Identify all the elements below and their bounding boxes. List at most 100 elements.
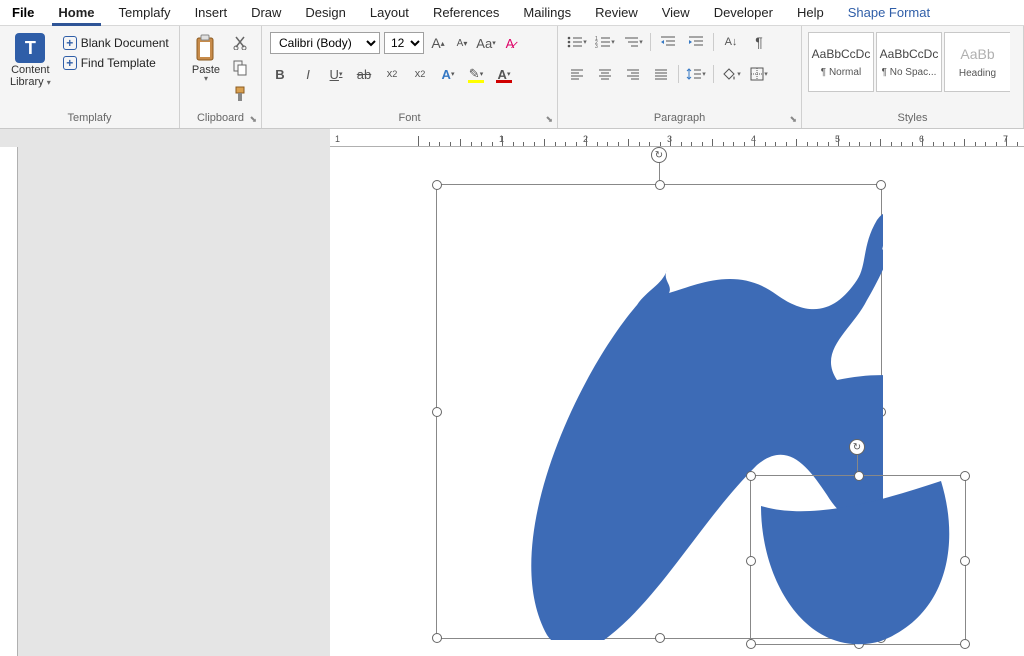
horizontal-ruler[interactable]: 1 1234567 [330,129,1024,147]
increase-indent-button[interactable] [685,32,707,52]
indent-icon [688,35,704,49]
tab-references[interactable]: References [421,0,511,25]
freeform-shape-small[interactable] [751,476,967,646]
find-template-label: Find Template [81,56,156,70]
style-heading[interactable]: AaBb Heading [944,32,1010,92]
line-spacing-button[interactable]: ▾ [685,64,707,84]
align-center-icon [598,68,612,80]
subscript-button[interactable]: x2 [382,64,402,84]
page[interactable]: ↻ ↻ [330,147,1024,656]
tab-shape-format[interactable]: Shape Format [836,0,942,25]
tab-draw[interactable]: Draw [239,0,293,25]
font-size-select[interactable]: 12 [384,32,424,54]
blank-document-label: Blank Document [81,36,169,50]
text-effects-icon: A [442,67,451,82]
vertical-ruler[interactable] [0,147,18,656]
style-normal[interactable]: AaBbCcDc ¶ Normal [808,32,874,92]
tab-view[interactable]: View [650,0,702,25]
tab-review[interactable]: Review [583,0,650,25]
group-paragraph: ▾ 123▾ ▾ A↓ ¶ ▾ ▾ ▾ Para [558,26,802,128]
content-library-button[interactable]: T Content Library ▾ [6,30,55,90]
italic-button[interactable]: I [298,64,318,84]
group-font: Calibri (Body) 12 A▴ A▾ Aa▾ A̷ B I U▾ ab… [262,26,558,128]
plus-icon: + [63,36,77,50]
ribbon: T Content Library ▾ + Blank Document + F… [0,26,1024,129]
plus-icon: + [63,56,77,70]
increase-font-button[interactable]: A▴ [428,33,448,53]
decrease-font-button[interactable]: A▾ [452,33,472,53]
chevron-down-icon: ▾ [204,74,208,83]
decrease-indent-button[interactable] [657,32,679,52]
underline-button[interactable]: U▾ [326,64,346,84]
numbering-button[interactable]: 123▾ [594,32,616,52]
tab-developer[interactable]: Developer [702,0,785,25]
clipboard-icon [190,32,222,64]
content-library-label: Content [11,64,50,76]
bucket-icon [721,67,737,81]
bold-button[interactable]: B [270,64,290,84]
group-label-styles: Styles [802,110,1023,128]
align-right-icon [626,68,640,80]
font-color-button[interactable]: A▾ [494,64,514,84]
style-gallery: AaBbCcDc ¶ Normal AaBbCcDc ¶ No Spac... … [808,32,1010,92]
group-clipboard: Paste ▾ Clipboard⬊ [180,26,262,128]
align-left-button[interactable] [566,64,588,84]
clear-formatting-button[interactable]: A̷ [500,33,520,53]
rotate-handle-small[interactable]: ↻ [849,439,865,455]
paste-button[interactable]: Paste ▾ [186,30,226,85]
rotate-handle-large[interactable]: ↻ [651,147,667,163]
borders-button[interactable]: ▾ [748,64,770,84]
sort-button[interactable]: A↓ [720,32,742,52]
pilcrow-icon: ¶ [755,34,763,50]
borders-icon [750,67,764,81]
tab-file[interactable]: File [0,0,46,25]
show-marks-button[interactable]: ¶ [748,32,770,52]
tab-layout[interactable]: Layout [358,0,421,25]
group-label-clipboard: Clipboard⬊ [180,110,261,128]
launcher-icon[interactable]: ⬊ [545,114,553,125]
document-area: ↻ ↻ [0,147,1024,656]
group-templafy: T Content Library ▾ + Blank Document + F… [0,26,180,128]
decrease-font-icon: A [457,38,464,49]
multilevel-button[interactable]: ▾ [622,32,644,52]
text-effects-button[interactable]: A▾ [438,64,458,84]
tab-templafy[interactable]: Templafy [107,0,183,25]
find-template-button[interactable]: + Find Template [59,54,173,72]
group-label-font: Font⬊ [262,110,557,128]
cut-button[interactable] [230,32,250,52]
group-label-templafy: Templafy [0,110,179,128]
format-painter-button[interactable] [230,84,250,104]
numbering-icon: 123 [595,35,611,49]
strikethrough-button[interactable]: ab [354,64,374,84]
highlight-button[interactable]: ✎▾ [466,64,486,84]
tab-help[interactable]: Help [785,0,836,25]
align-center-button[interactable] [594,64,616,84]
brush-icon [233,86,247,102]
outdent-icon [660,35,676,49]
copy-button[interactable] [230,58,250,78]
tab-mailings[interactable]: Mailings [511,0,583,25]
justify-button[interactable] [650,64,672,84]
change-case-button[interactable]: Aa▾ [476,33,496,53]
tab-insert[interactable]: Insert [183,0,240,25]
eraser-icon: A̷ [506,36,515,51]
align-right-button[interactable] [622,64,644,84]
svg-text:3: 3 [595,44,598,49]
shading-button[interactable]: ▾ [720,64,742,84]
launcher-icon[interactable]: ⬊ [789,114,797,125]
launcher-icon[interactable]: ⬊ [249,114,257,125]
selection-box-small[interactable] [750,475,966,645]
tab-home[interactable]: Home [46,0,106,25]
page-gutter [18,147,330,656]
font-name-select[interactable]: Calibri (Body) [270,32,380,54]
copy-icon [233,60,247,76]
templafy-icon: T [15,33,45,63]
font-color-icon: A [498,67,507,82]
increase-font-icon: A [431,35,440,51]
blank-document-button[interactable]: + Blank Document [59,34,173,52]
tab-design[interactable]: Design [293,0,357,25]
style-no-spacing[interactable]: AaBbCcDc ¶ No Spac... [876,32,942,92]
superscript-button[interactable]: x2 [410,64,430,84]
align-left-icon [570,68,584,80]
bullets-button[interactable]: ▾ [566,32,588,52]
